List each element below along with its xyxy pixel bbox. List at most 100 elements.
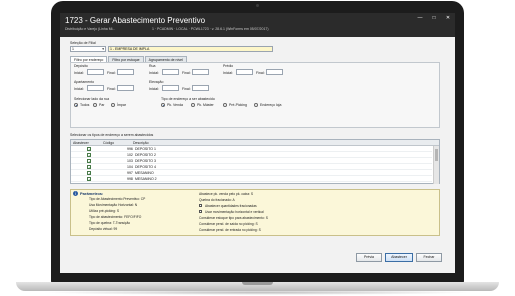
lado-todos-radio[interactable]	[74, 103, 78, 107]
camera-icon	[256, 4, 259, 7]
window-status: 1 · PCADMIN · LOCAL · PCWL1723 · v. 28.6…	[152, 27, 269, 31]
app-window: 1723 - Gerar Abastecimento Preventivo Di…	[60, 13, 455, 273]
param-left-3: Tipo de abastecimento: FEFO/FIFO	[89, 215, 142, 219]
param-left-4: Tipo de quebra: T-Transição	[89, 221, 131, 225]
row-descricao: DEPOSITO 3	[135, 159, 156, 163]
tipo-pk-master-label: Pk. Máster	[197, 103, 214, 107]
lado-par-radio[interactable]	[93, 103, 97, 107]
elevacao-label: Elevação	[149, 80, 164, 84]
lado-par-label: Par	[99, 103, 105, 107]
col-codigo[interactable]: Código	[103, 141, 114, 145]
param-right-5: Considerar pend. de saída no picking: S	[199, 222, 258, 226]
close-icon[interactable]: ✕	[444, 15, 452, 21]
apartamento-final-input[interactable]	[117, 85, 134, 91]
col-abastecer[interactable]: Abastecer	[73, 141, 89, 145]
row-codigo: 996	[127, 147, 133, 151]
filial-code-select[interactable]: 1 ▾	[70, 46, 106, 52]
row-descricao: DEPOSITO 2	[135, 153, 156, 157]
param-left-1: Usa Movimentação Horizontal: N	[89, 203, 138, 207]
apartamento-inicial-input[interactable]	[87, 85, 104, 91]
fechar-button[interactable]: Fechar	[416, 253, 442, 262]
tipo-pk-master-radio[interactable]	[191, 103, 195, 107]
row-descricao: DEPOSITO 4	[135, 165, 156, 169]
form-body: Seleção de Filial 1 ▾ 1 - EMPRESA DE IMP…	[60, 37, 455, 273]
tipo-pre-picking-radio[interactable]	[223, 103, 227, 107]
filial-code: 1	[72, 47, 74, 51]
tipo-endereco-label: Tipo de endereço a ser abastecido	[161, 97, 215, 101]
row-codigo: 998	[127, 177, 133, 181]
abastecer-checkbox[interactable]	[87, 165, 91, 170]
predio-inicial-input[interactable]	[236, 69, 253, 75]
row-codigo: 997	[127, 171, 133, 175]
lado-impar-radio[interactable]	[111, 103, 115, 107]
row-descricao: DEPOSITO 1	[135, 147, 156, 151]
elevacao-final-input[interactable]	[192, 85, 209, 91]
parameters-title: Parâmetros:	[80, 191, 104, 196]
param-right-2: Abastecer quantidades fracionadas	[205, 204, 257, 208]
deposito-inicial-input[interactable]	[87, 69, 104, 75]
tipo-endereco-loja-label: Endereço loja	[260, 103, 282, 107]
minimize-icon[interactable]: —	[416, 15, 424, 21]
param-right-3: Usar movimentação horizontal e vertical	[205, 210, 264, 214]
title-bar: 1723 - Gerar Abastecimento Preventivo Di…	[60, 13, 455, 37]
row-descricao: MESANINO 2	[135, 177, 157, 181]
tipo-pre-picking-label: Pré-Picking	[229, 103, 247, 107]
abastecer-fracionadas-checkbox[interactable]	[199, 204, 202, 207]
elevacao-inicial-input[interactable]	[162, 85, 179, 91]
apartamento-final-label: Final:	[107, 87, 116, 91]
mov-horizontal-vertical-checkbox[interactable]	[199, 210, 202, 213]
predio-inicial-label: Inicial:	[223, 71, 233, 75]
abastecer-checkbox[interactable]	[87, 153, 91, 158]
tipo-endereco-loja-radio[interactable]	[254, 103, 258, 107]
abastecer-checkbox[interactable]	[87, 171, 91, 176]
chevron-down-icon: ▾	[102, 47, 104, 51]
param-left-2: Utiliza pré-picking: S	[89, 209, 120, 213]
tab-panel-endereco: Depósito Inicial: Final: Rua Inicial: Fi…	[70, 62, 440, 128]
predio-label: Prédio	[223, 64, 234, 68]
laptop-base	[16, 282, 499, 291]
scrollbar-thumb[interactable]	[435, 149, 438, 161]
deposito-final-label: Final:	[107, 71, 116, 75]
elevacao-final-label: Final:	[182, 87, 191, 91]
row-codigo: 104	[127, 165, 133, 169]
apartamento-inicial-label: Inicial:	[74, 87, 84, 91]
filial-name-field[interactable]: 1 - EMPRESA DE IMPLA	[108, 46, 273, 52]
apartamento-label: Apartamento	[74, 80, 95, 84]
abastecer-checkbox[interactable]	[87, 159, 91, 164]
abastecer-checkbox[interactable]	[87, 177, 91, 182]
param-right-0: Abastece pk. venda pelo pk. caixa: S	[199, 192, 254, 196]
row-codigo: 102	[127, 153, 133, 157]
maximize-icon[interactable]: □	[430, 15, 438, 21]
rua-inicial-input[interactable]	[162, 69, 179, 75]
deposito-inicial-label: Inicial:	[74, 71, 84, 75]
row-codigo: 103	[127, 159, 133, 163]
filial-label: Seleção de Filial	[70, 41, 96, 45]
previa-button[interactable]: Prévia	[356, 253, 382, 262]
deposito-final-input[interactable]	[117, 69, 134, 75]
window-controls: — □ ✕	[416, 15, 452, 21]
grid-scrollbar[interactable]	[433, 146, 439, 184]
row-descricao: MESANINO	[135, 171, 154, 175]
predio-final-label: Final:	[256, 71, 265, 75]
parameters-panel: i Parâmetros: Tipo de Abastecimento Prev…	[70, 189, 440, 236]
col-descricao[interactable]: Descrição	[133, 141, 149, 145]
window-title: 1723 - Gerar Abastecimento Preventivo	[65, 16, 206, 25]
lado-impar-label: Ímpar	[117, 103, 126, 107]
deposito-label: Depósito	[74, 64, 88, 68]
rua-final-label: Final:	[182, 71, 191, 75]
rua-final-input[interactable]	[192, 69, 209, 75]
rua-label: Rua	[149, 64, 156, 68]
elevacao-inicial-label: Inicial:	[149, 87, 159, 91]
abastecer-checkbox[interactable]	[87, 147, 91, 152]
abastecer-button[interactable]: Abastecer	[385, 253, 413, 262]
param-left-0: Tipo de Abastecimento Preventivo: CP	[89, 197, 146, 201]
lado-rua-label: Selecionar lado da rua	[74, 97, 110, 101]
param-left-5: Depósito virtual: 99	[89, 227, 118, 231]
param-right-6: Considerar pend. de entrada no picking: …	[199, 228, 261, 232]
enderecos-grid: Abastecer Código Descrição 996 DEPOSITO …	[70, 139, 440, 184]
tipo-pk-venda-radio[interactable]	[161, 103, 165, 107]
laptop-notch	[242, 282, 273, 285]
lado-todos-label: Todos	[80, 103, 90, 107]
table-row[interactable]: 998 MESANINO 2	[71, 176, 432, 182]
predio-final-input[interactable]	[266, 69, 283, 75]
